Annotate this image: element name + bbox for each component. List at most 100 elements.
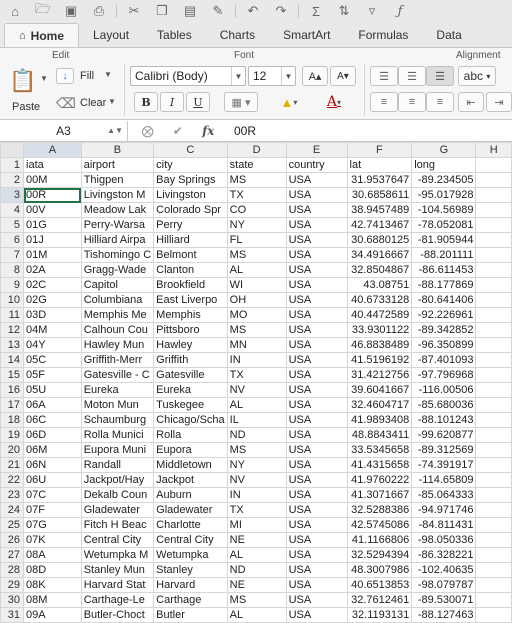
cell[interactable]: USA <box>285 532 348 548</box>
cell[interactable]: Eureka <box>153 382 228 398</box>
row-header[interactable]: 15 <box>0 367 25 383</box>
cell[interactable]: Eureka <box>80 382 155 398</box>
cell[interactable]: 06N <box>23 457 82 473</box>
cell[interactable] <box>475 457 512 473</box>
redo-icon[interactable]: ↷ <box>270 2 292 20</box>
cell[interactable]: Fitch H Beac <box>80 517 155 533</box>
cell[interactable] <box>475 232 512 248</box>
cell[interactable]: Central City <box>80 532 155 548</box>
cell[interactable]: 41.5196192 <box>346 352 413 368</box>
cell[interactable]: 06M <box>23 442 82 458</box>
cell[interactable]: 01J <box>23 232 82 248</box>
cell[interactable]: Eupora Muni <box>80 442 155 458</box>
cell[interactable]: Hawley Mun <box>80 337 155 353</box>
cell[interactable]: 41.1166806 <box>346 532 413 548</box>
cell[interactable]: -86.328221 <box>411 547 477 563</box>
cell[interactable]: Tuskegee <box>153 397 228 413</box>
column-header[interactable]: H <box>475 142 512 158</box>
cell[interactable] <box>475 532 512 548</box>
cell[interactable]: -86.611453 <box>411 262 477 278</box>
cell[interactable]: TX <box>226 367 287 383</box>
cell[interactable]: MO <box>226 307 287 323</box>
cell[interactable]: Belmont <box>153 247 228 263</box>
column-header[interactable]: A <box>23 142 82 158</box>
cut-icon[interactable]: ✂ <box>123 2 145 20</box>
cell[interactable]: -102.40635 <box>411 562 477 578</box>
wrap-text-button[interactable]: abc ▾ <box>458 66 496 86</box>
cell[interactable]: -96.350899 <box>411 337 477 353</box>
cell[interactable]: -88.127463 <box>411 607 477 623</box>
cell[interactable]: 00R <box>23 187 82 203</box>
cell[interactable]: NY <box>226 457 287 473</box>
cell[interactable]: IL <box>226 412 287 428</box>
cell[interactable]: 08M <box>23 592 82 608</box>
cell[interactable] <box>475 262 512 278</box>
cell[interactable]: -89.312569 <box>411 442 477 458</box>
save-icon[interactable]: ▣ <box>60 2 82 20</box>
cell[interactable] <box>475 307 512 323</box>
cell[interactable]: 31.9537647 <box>346 172 413 188</box>
cell[interactable]: IN <box>226 487 287 503</box>
cell[interactable]: 00M <box>23 172 82 188</box>
fill-button[interactable]: Fill <box>80 68 94 84</box>
cell[interactable]: 42.7413467 <box>346 217 413 233</box>
cell[interactable]: Auburn <box>153 487 228 503</box>
cell[interactable]: Randall <box>80 457 155 473</box>
cell[interactable]: MS <box>226 172 287 188</box>
column-header[interactable]: E <box>285 142 348 158</box>
cell[interactable] <box>475 322 512 338</box>
cell[interactable]: 01M <box>23 247 82 263</box>
row-header[interactable]: 14 <box>0 352 25 368</box>
cell[interactable]: TX <box>226 187 287 203</box>
cell[interactable]: Rolla Munici <box>80 427 155 443</box>
cell[interactable]: 08D <box>23 562 82 578</box>
row-header[interactable]: 23 <box>0 487 25 503</box>
cell[interactable]: USA <box>285 337 348 353</box>
cell[interactable]: Carthage-Le <box>80 592 155 608</box>
paste-button[interactable]: Paste <box>12 100 40 114</box>
function-icon[interactable]: ƒ <box>389 2 411 20</box>
cell[interactable]: USA <box>285 412 348 428</box>
tab-tables[interactable]: Tables <box>143 23 206 47</box>
cell[interactable]: 08K <box>23 577 82 593</box>
cell[interactable]: 41.4315658 <box>346 457 413 473</box>
cell[interactable]: FL <box>226 232 287 248</box>
decrease-indent-icon[interactable]: ⇤ <box>458 92 484 112</box>
row-header[interactable]: 17 <box>0 397 25 413</box>
cell[interactable]: Thigpen <box>80 172 155 188</box>
cell[interactable] <box>475 577 512 593</box>
cell[interactable]: 02C <box>23 277 82 293</box>
formula-input[interactable]: 00R <box>228 124 256 138</box>
cell[interactable]: USA <box>285 277 348 293</box>
cell[interactable]: -78.052081 <box>411 217 477 233</box>
cell[interactable]: MS <box>226 592 287 608</box>
cell[interactable] <box>475 472 512 488</box>
cell[interactable]: Middletown <box>153 457 228 473</box>
cell[interactable]: Schaumburg <box>80 412 155 428</box>
column-header[interactable]: G <box>411 142 477 158</box>
cell[interactable]: 34.4916667 <box>346 247 413 263</box>
cell[interactable]: 01G <box>23 217 82 233</box>
column-header[interactable]: F <box>346 142 413 158</box>
cell[interactable]: 05U <box>23 382 82 398</box>
cell[interactable]: Charlotte <box>153 517 228 533</box>
cell[interactable]: Dekalb Coun <box>80 487 155 503</box>
cell[interactable] <box>475 427 512 443</box>
cell[interactable]: USA <box>285 427 348 443</box>
row-header[interactable]: 19 <box>0 427 25 443</box>
cell[interactable]: OH <box>226 292 287 308</box>
cell[interactable] <box>475 382 512 398</box>
cell[interactable]: Colorado Spr <box>153 202 228 218</box>
cell[interactable]: 41.3071667 <box>346 487 413 503</box>
cell[interactable]: 04Y <box>23 337 82 353</box>
align-top-icon[interactable]: ☰ <box>370 66 398 86</box>
cell[interactable]: Stanley <box>153 562 228 578</box>
cell[interactable]: Livingston <box>153 187 228 203</box>
cell[interactable]: 33.9301122 <box>346 322 413 338</box>
cell[interactable] <box>475 502 512 518</box>
cell[interactable]: 33.5345658 <box>346 442 413 458</box>
cell[interactable]: -89.530071 <box>411 592 477 608</box>
cell[interactable] <box>475 367 512 383</box>
cell[interactable]: 09A <box>23 607 82 623</box>
cell[interactable]: USA <box>285 547 348 563</box>
